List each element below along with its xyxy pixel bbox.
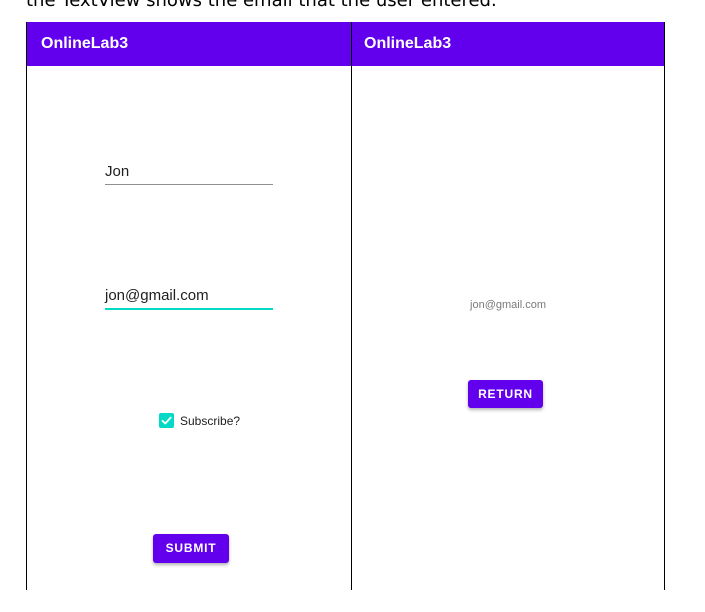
submit-button[interactable]: SUBMIT (153, 534, 229, 563)
app-title: OnlineLab3 (364, 35, 452, 52)
checkmark-icon (161, 416, 172, 425)
app-bar: OnlineLab3 (27, 22, 351, 66)
subscribe-label: Subscribe? (180, 414, 241, 428)
app-title: OnlineLab3 (41, 35, 129, 52)
email-field[interactable]: jon@gmail.com (105, 282, 273, 310)
return-button[interactable]: RETURN (468, 380, 543, 408)
caption-text: the TextView shows the email that the us… (26, 0, 497, 11)
email-field-value: jon@gmail.com (105, 287, 209, 304)
subscribe-checkbox[interactable] (159, 413, 174, 428)
result-screen: OnlineLab3 jon@gmail.com RETURN (351, 22, 665, 590)
app-bar: OnlineLab3 (352, 22, 664, 66)
name-field[interactable]: Jon (105, 158, 273, 185)
form-screen: OnlineLab3 Jon jon@gmail.com Subscribe? … (26, 22, 352, 590)
email-textview: jon@gmail.com (470, 299, 546, 311)
name-field-value: Jon (105, 163, 130, 180)
